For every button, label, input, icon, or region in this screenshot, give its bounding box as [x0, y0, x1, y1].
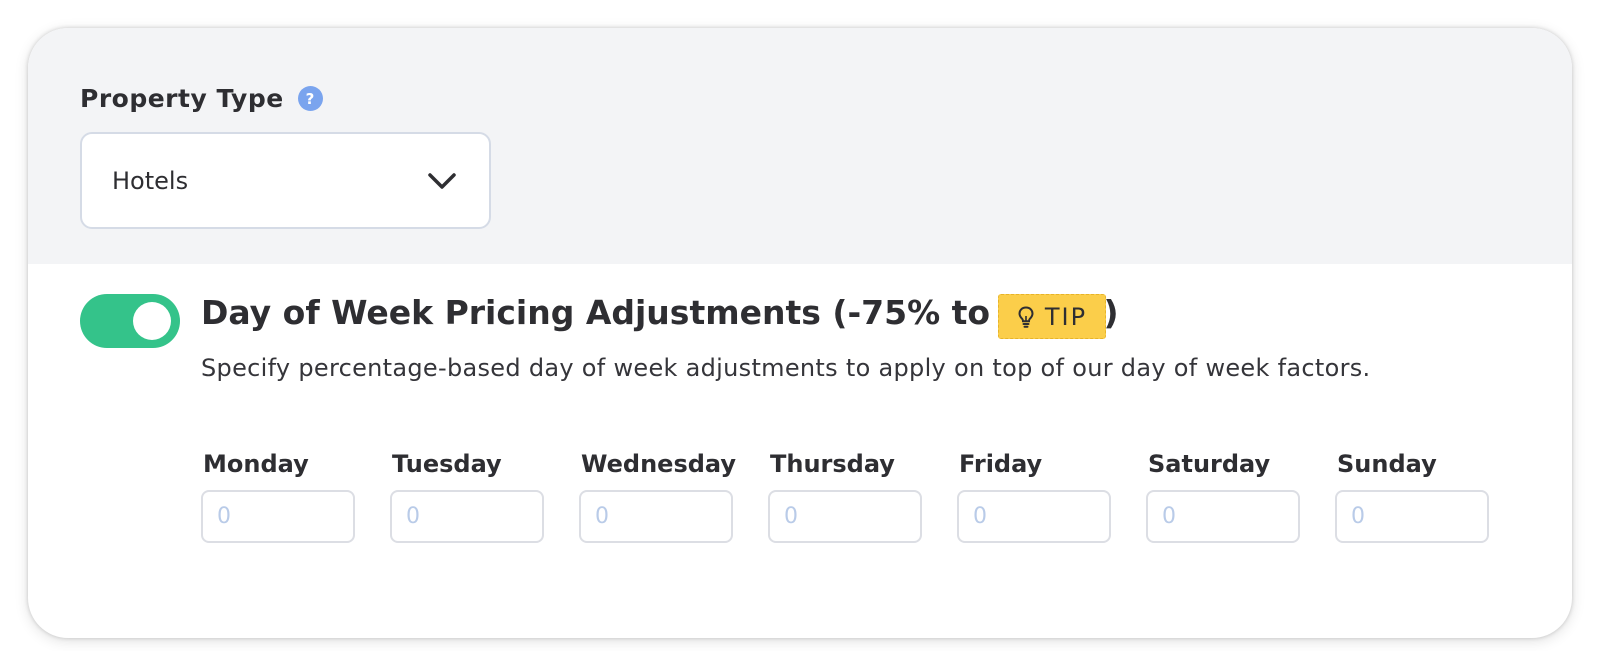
day-label: Sunday — [1337, 450, 1437, 478]
friday-input[interactable] — [957, 490, 1111, 543]
day-field-sunday: Sunday — [1335, 450, 1489, 543]
tip-button[interactable]: TIP — [998, 294, 1106, 339]
property-type-section: Property Type ? Hotels — [28, 28, 1572, 264]
wednesday-input[interactable] — [579, 490, 733, 543]
day-label: Monday — [203, 450, 309, 478]
day-field-friday: Friday — [957, 450, 1111, 543]
day-field-saturday: Saturday — [1146, 450, 1300, 543]
question-mark-icon[interactable]: ? — [297, 86, 323, 111]
property-type-selected-value: Hotels — [112, 166, 189, 195]
day-label: Tuesday — [392, 450, 502, 478]
day-of-week-toggle[interactable] — [80, 294, 180, 348]
section-title: Day of Week Pricing Adjustments (-75% to… — [201, 293, 1119, 332]
day-field-thursday: Thursday — [768, 450, 922, 543]
day-field-wednesday: Wednesday — [579, 450, 737, 543]
day-inputs-row: Monday Tuesday Wednesday Thursday Friday… — [201, 450, 1489, 543]
property-type-label-text: Property Type — [80, 84, 284, 113]
sunday-input[interactable] — [1335, 490, 1489, 543]
lightbulb-icon — [1018, 305, 1034, 328]
property-type-label: Property Type ? — [80, 84, 323, 113]
tuesday-input[interactable] — [390, 490, 544, 543]
day-label: Friday — [959, 450, 1043, 478]
toggle-knob — [133, 302, 171, 340]
section-description: Specify percentage-based day of week adj… — [201, 354, 1371, 382]
day-label: Wednesday — [581, 450, 737, 478]
monday-input[interactable] — [201, 490, 355, 543]
day-field-monday: Monday — [201, 450, 355, 543]
saturday-input[interactable] — [1146, 490, 1300, 543]
day-label: Saturday — [1148, 450, 1271, 478]
tip-label: TIP — [1044, 302, 1088, 331]
settings-card: Property Type ? Hotels Day of Week Prici… — [28, 28, 1572, 638]
thursday-input[interactable] — [768, 490, 922, 543]
day-field-tuesday: Tuesday — [390, 450, 544, 543]
chevron-down-icon — [428, 172, 456, 189]
day-label: Thursday — [770, 450, 895, 478]
property-type-select[interactable]: Hotels — [80, 132, 491, 229]
